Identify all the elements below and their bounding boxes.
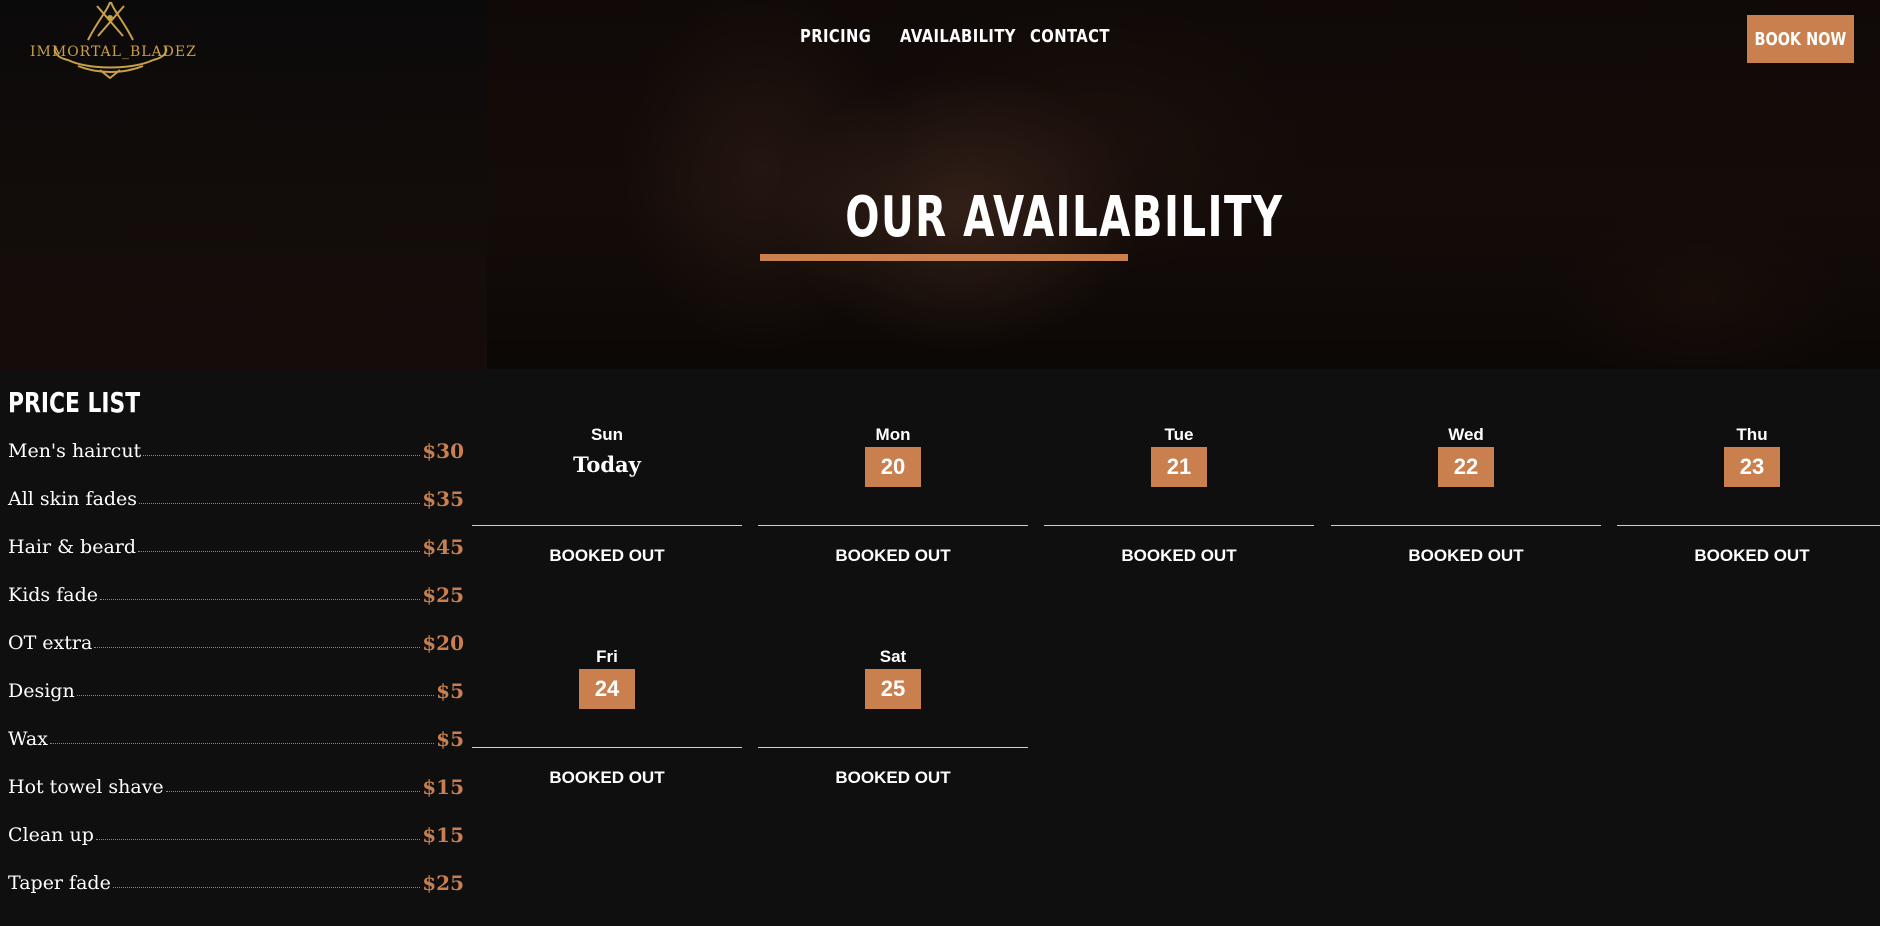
day-divider bbox=[1331, 525, 1601, 526]
day-status: BOOKED OUT bbox=[549, 768, 665, 787]
logo-text[interactable]: IMMORTAL_BLADEZ bbox=[30, 44, 196, 60]
price-item: OT extra $20 bbox=[8, 624, 464, 654]
nav-availability[interactable]: AVAILABILITY bbox=[900, 26, 1015, 47]
price-item-value: $15 bbox=[422, 775, 464, 799]
day-mon[interactable]: Mon 20 bbox=[758, 425, 1028, 487]
price-item: Clean up $15 bbox=[8, 816, 464, 846]
day-name: Tue bbox=[1164, 425, 1194, 444]
price-item-value: $15 bbox=[422, 823, 464, 847]
price-item-value: $30 bbox=[422, 439, 464, 463]
day-name: Fri bbox=[596, 647, 618, 666]
price-item-value: $5 bbox=[436, 679, 464, 703]
price-item: Wax $5 bbox=[8, 720, 464, 750]
price-dots bbox=[138, 550, 421, 552]
day-name: Sun bbox=[590, 425, 624, 444]
price-item-name: Men's haircut bbox=[8, 440, 142, 462]
price-item-value: $25 bbox=[422, 583, 464, 607]
day-date-badge: 20 bbox=[865, 447, 921, 487]
day-divider bbox=[1617, 525, 1880, 526]
price-dots bbox=[100, 598, 421, 600]
page-title-text: OUR AVAILABILITY bbox=[845, 185, 1284, 250]
price-list-title: PRICE LIST bbox=[8, 386, 177, 419]
price-item-value: $45 bbox=[422, 535, 464, 559]
day-divider bbox=[758, 525, 1028, 526]
price-dots bbox=[95, 838, 421, 840]
day-sun[interactable]: Sun Today bbox=[472, 425, 742, 481]
day-status: BOOKED OUT bbox=[1121, 546, 1237, 565]
day-name: Mon bbox=[875, 425, 911, 444]
main-nav: PRICING AVAILABILITY CONTACT bbox=[800, 26, 1109, 47]
day-date-badge: 25 bbox=[865, 669, 921, 709]
price-item-name: Design bbox=[8, 680, 75, 702]
day-name: Wed bbox=[1448, 425, 1484, 444]
price-item: Taper fade $25 bbox=[8, 864, 464, 894]
day-date-badge: 24 bbox=[579, 669, 635, 709]
book-now-button[interactable]: BOOK NOW bbox=[1747, 15, 1854, 63]
price-dots bbox=[143, 454, 421, 456]
price-item-name: Clean up bbox=[8, 824, 94, 846]
day-divider bbox=[472, 525, 742, 526]
price-dots bbox=[76, 694, 435, 696]
price-item-name: Hot towel shave bbox=[8, 776, 164, 798]
price-list-title-text: PRICE LIST bbox=[8, 386, 141, 419]
day-status: BOOKED OUT bbox=[549, 546, 665, 565]
day-name: Sat bbox=[879, 647, 907, 666]
day-date-badge: 21 bbox=[1151, 447, 1207, 487]
price-dots bbox=[165, 790, 421, 792]
day-divider bbox=[758, 747, 1028, 748]
day-tue[interactable]: Tue 21 bbox=[1044, 425, 1314, 487]
price-dots bbox=[49, 742, 435, 744]
page-title: OUR AVAILABILITY bbox=[760, 188, 1282, 248]
book-now-label: BOOK NOW bbox=[1754, 28, 1847, 50]
day-divider bbox=[1044, 525, 1314, 526]
price-item-name: OT extra bbox=[8, 632, 93, 654]
price-dots bbox=[139, 502, 421, 504]
price-item-name: Wax bbox=[8, 728, 48, 750]
day-name: Thu bbox=[1736, 425, 1768, 444]
nav-pricing[interactable]: PRICING bbox=[800, 26, 871, 47]
day-date-badge: 23 bbox=[1724, 447, 1780, 487]
logo-emblem-icon[interactable] bbox=[28, 0, 193, 82]
day-divider bbox=[472, 747, 742, 748]
day-thu[interactable]: Thu 23 bbox=[1617, 425, 1880, 487]
nav-contact[interactable]: CONTACT bbox=[1030, 26, 1109, 47]
day-today-label: Today bbox=[573, 452, 641, 477]
price-item: Kids fade $25 bbox=[8, 576, 464, 606]
title-underline bbox=[760, 254, 1128, 261]
day-status: BOOKED OUT bbox=[1408, 546, 1524, 565]
price-item-value: $35 bbox=[422, 487, 464, 511]
day-status: BOOKED OUT bbox=[1694, 546, 1810, 565]
day-date-badge: 22 bbox=[1438, 447, 1494, 487]
price-item: All skin fades $35 bbox=[8, 480, 464, 510]
price-item: Design $5 bbox=[8, 672, 464, 702]
price-dots bbox=[112, 886, 421, 888]
price-item-name: All skin fades bbox=[8, 488, 138, 510]
price-item-name: Taper fade bbox=[8, 872, 111, 894]
day-sat[interactable]: Sat 25 bbox=[758, 647, 1028, 709]
price-item: Men's haircut $30 bbox=[8, 432, 464, 462]
day-status: BOOKED OUT bbox=[835, 768, 951, 787]
price-item: Hot towel shave $15 bbox=[8, 768, 464, 798]
price-item-value: $25 bbox=[422, 871, 464, 895]
price-item-name: Hair & beard bbox=[8, 536, 137, 558]
price-item-value: $5 bbox=[436, 727, 464, 751]
day-status: BOOKED OUT bbox=[835, 546, 951, 565]
price-item-name: Kids fade bbox=[8, 584, 98, 606]
day-fri[interactable]: Fri 24 bbox=[472, 647, 742, 709]
price-dots bbox=[94, 646, 421, 648]
price-item-value: $20 bbox=[422, 631, 464, 655]
day-wed[interactable]: Wed 22 bbox=[1331, 425, 1601, 487]
price-item: Hair & beard $45 bbox=[8, 528, 464, 558]
